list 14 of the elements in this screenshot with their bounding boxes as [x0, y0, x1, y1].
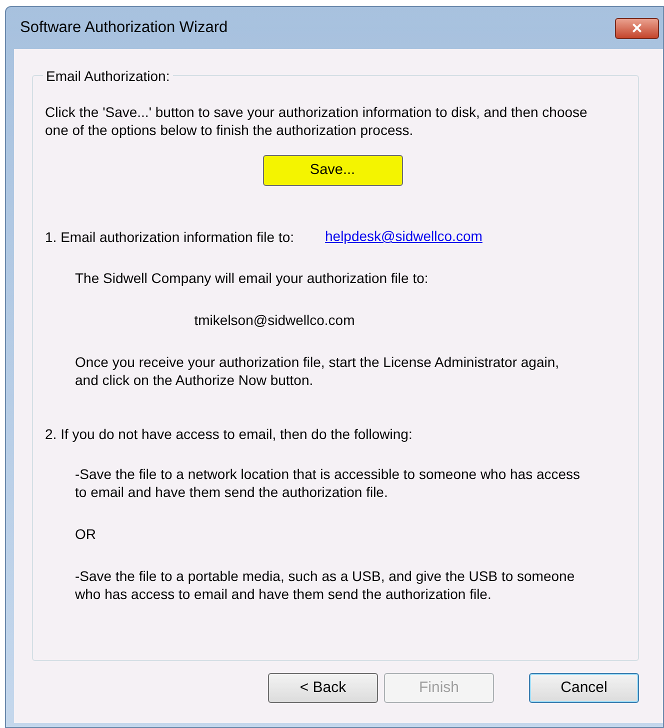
option-label: 1. Email authorization information file to: — [45, 228, 296, 246]
instruction-text: OR — [75, 525, 97, 543]
email-link[interactable]: helpdesk@sidwellco.com — [325, 226, 482, 247]
instruction-text: -Save the file to a network location that is accessible to someone who has access to email and have them send the authorization file. — [75, 465, 582, 501]
window-title: Software Authorization Wizard — [20, 18, 228, 38]
instruction-text: Click the 'Save...' button to save your authorization information to disk, and then choose one of the options below to finish the authorization process. — [45, 103, 588, 139]
back-button[interactable]: < Back — [268, 673, 378, 703]
save-button[interactable]: Save... — [262, 155, 402, 186]
option-label: 2. If you do not have access to email, then do the following: — [45, 425, 414, 443]
instruction-text: Once you receive your authorization file, start the License Administrator again, and click on the Authorize Now button. — [75, 353, 560, 389]
instruction-text: -Save the file to a portable media, such as a USB, and give the USB to someone who has access to email and have them send the authorization file. — [75, 567, 576, 603]
cancel-button[interactable]: Cancel — [529, 673, 639, 703]
email-address: tmikelson@sidwellco.com — [193, 311, 356, 329]
instruction-text: The Sidwell Company will email your authorization file to: — [75, 269, 430, 287]
